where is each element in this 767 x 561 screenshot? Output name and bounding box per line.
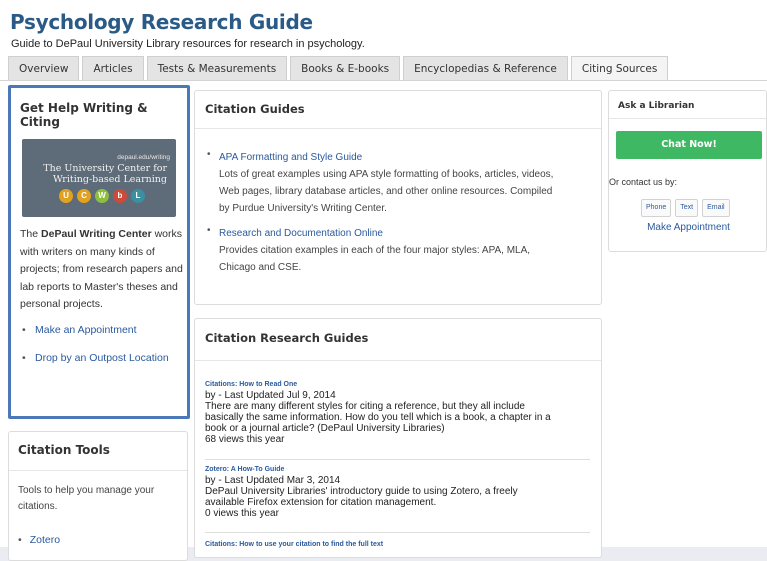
apa-guide-link[interactable]: APA Formatting and Style Guide [219, 149, 589, 166]
divider [205, 532, 590, 533]
guide-description-line: by Purdue University's Writing Center. [219, 203, 387, 214]
citation-guides-box: Citation Guides APA Formatting and Style… [194, 90, 602, 305]
tab-bar: Overview Articles Tests & Measurements B… [8, 56, 671, 80]
text-button[interactable]: Text [675, 199, 699, 217]
page-subtitle: Guide to DePaul University Library resou… [11, 38, 365, 50]
guide-updated: by - Last Updated Jul 9, 2014 [205, 390, 336, 401]
ask-librarian-heading: Ask a Librarian [618, 101, 695, 111]
divider [609, 118, 766, 119]
banner-line-1: The University Center for [43, 163, 167, 174]
make-appointment-button[interactable]: Make Appointment [609, 222, 767, 233]
divider [205, 459, 590, 460]
desc-text-start: The [20, 228, 42, 240]
contact-buttons: Phone Text Email [641, 199, 734, 217]
banner-logo-dots: U C W b L [59, 189, 149, 203]
guide-views: 0 views this year [205, 508, 279, 519]
divider [9, 470, 187, 471]
guide-description-line: There are many different styles for citi… [205, 401, 525, 412]
writing-center-description: The DePaul Writing Center works with wri… [20, 226, 190, 314]
list-item: Research and Documentation Online Provid… [205, 225, 589, 276]
research-guide-entry: Zotero: A How-To Guide by - Last Updated… [205, 465, 590, 519]
citation-tools-box: Citation Tools Tools to help you manage … [8, 431, 188, 561]
chat-now-button[interactable]: Chat Now! [616, 131, 762, 159]
citation-tools-description: Tools to help you manage your citations. [18, 485, 155, 512]
citation-tools-heading: Citation Tools [18, 443, 110, 457]
tab-encyclopedias-reference[interactable]: Encyclopedias & Reference [403, 56, 568, 80]
zotero-link-item[interactable]: • Zotero [18, 534, 60, 546]
make-appointment-link[interactable]: Make an Appointment [20, 322, 190, 340]
research-guide-entry: Citations: How to Read One by - Last Upd… [205, 380, 590, 445]
help-writing-citing-box: Get Help Writing & Citing depaul.edu/wri… [8, 85, 190, 419]
research-guide-entry: Citations: How to use your citation to f… [205, 540, 590, 550]
guide-views: 68 views this year [205, 434, 285, 445]
divider [195, 128, 601, 129]
phone-button[interactable]: Phone [641, 199, 672, 217]
logo-dot-b: b [113, 189, 127, 203]
email-button[interactable]: Email [702, 199, 730, 217]
help-links: Make an Appointment Drop by an Outpost L… [20, 322, 190, 377]
guide-description-line: Provides citation examples in each of th… [219, 245, 531, 256]
help-box-heading: Get Help Writing & Citing [20, 101, 148, 129]
logo-dot-w: W [95, 189, 109, 203]
guide-title-link[interactable]: Citations: How to use your citation to f… [205, 540, 590, 550]
tab-books-ebooks[interactable]: Books & E-books [290, 56, 401, 80]
logo-dot-c: C [77, 189, 91, 203]
page-title: Psychology Research Guide [10, 10, 313, 34]
zotero-link[interactable]: Zotero [30, 534, 60, 546]
banner-url: depaul.edu/writing [117, 154, 170, 161]
bullet: • [18, 534, 22, 546]
ask-librarian-box: Ask a Librarian Chat Now! Or contact us … [608, 90, 767, 252]
tab-articles[interactable]: Articles [82, 56, 144, 80]
citation-research-guides-box: Citation Research Guides Citations: How … [194, 318, 602, 558]
tab-divider [0, 80, 767, 81]
tab-tests-measurements[interactable]: Tests & Measurements [146, 56, 288, 80]
guide-description-line: Chicago and CSE. [219, 262, 302, 273]
tab-overview[interactable]: Overview [8, 56, 80, 80]
citation-guides-heading: Citation Guides [205, 102, 305, 116]
citation-research-heading: Citation Research Guides [205, 331, 369, 345]
guide-description-line: Web pages, library database articles, an… [219, 186, 553, 197]
outpost-location-link[interactable]: Drop by an Outpost Location [20, 350, 190, 368]
divider [195, 360, 601, 361]
tab-citing-sources[interactable]: Citing Sources [570, 56, 669, 80]
guide-description-line: book or a journal article? (DePaul Unive… [205, 423, 445, 434]
citation-guides-list: APA Formatting and Style Guide Lots of g… [205, 149, 589, 284]
guide-updated: by - Last Updated Mar 3, 2014 [205, 475, 341, 486]
guide-description-line: basically the same information. How do y… [205, 412, 551, 423]
logo-dot-l: L [131, 189, 145, 203]
desc-text-bold: DePaul Writing Center [41, 228, 152, 240]
guide-title-link[interactable]: Citations: How to Read One [205, 380, 590, 390]
list-item: APA Formatting and Style Guide Lots of g… [205, 149, 589, 217]
guide-title-link[interactable]: Zotero: A How-To Guide [205, 465, 590, 475]
logo-dot-u: U [59, 189, 73, 203]
guide-description-line: DePaul University Libraries' introductor… [205, 486, 518, 497]
banner-line-2: Writing-based Learning [52, 174, 167, 185]
contact-label: Or contact us by: [609, 177, 678, 187]
guide-description-line: Lots of great examples using APA style f… [219, 169, 554, 180]
guide-description-line: available Firefox extension for citation… [205, 497, 437, 508]
writing-center-banner[interactable]: depaul.edu/writing The University Center… [22, 139, 176, 217]
research-documentation-link[interactable]: Research and Documentation Online [219, 225, 589, 242]
desc-text-end: works with writers on many kinds of proj… [20, 228, 183, 310]
